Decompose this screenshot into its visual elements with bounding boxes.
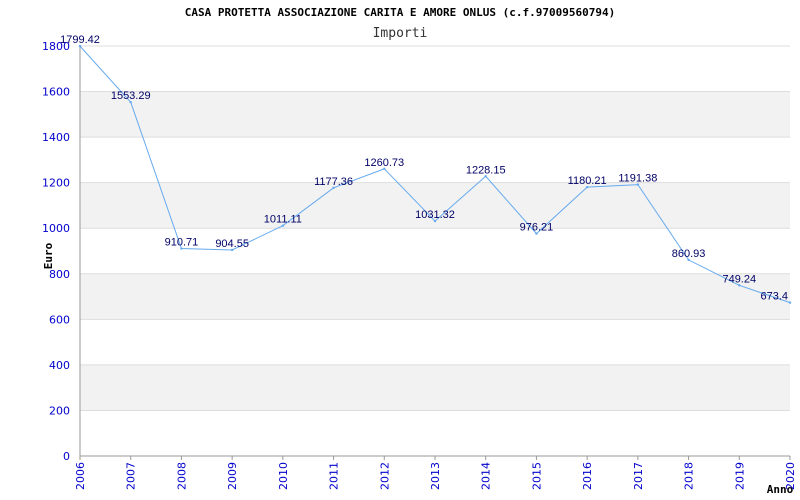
x-tick-label: 2010 [277,462,290,490]
x-tick-label: 2016 [581,462,594,490]
grid-band [80,364,790,411]
y-tick-label: 0 [63,450,70,463]
x-tick-label: 2013 [429,462,442,490]
y-axis-title: Euro [42,242,55,269]
data-label: 1031.32 [415,209,455,221]
data-label: 673.4 [760,291,788,303]
chart-title: CASA PROTETTA ASSOCIAZIONE CARITA E AMOR… [185,6,615,19]
x-tick-label: 2007 [125,462,138,490]
grid-band [80,273,790,320]
series-line [78,44,792,304]
x-tick-label: 2009 [226,462,239,490]
y-tick-label: 1000 [42,222,70,235]
x-tick-label: 2018 [683,462,696,490]
x-tick-label: 2014 [480,462,493,490]
data-label: 860.93 [672,248,706,260]
y-tick-label: 200 [49,404,70,417]
y-tick-label: 400 [49,359,70,372]
data-label: 910.71 [165,237,199,249]
y-tick-label: 1400 [42,131,70,144]
data-label: 976.21 [520,222,554,234]
y-tick-label: 600 [49,313,70,326]
data-label: 1799.42 [60,34,100,46]
x-tick-label: 2019 [733,462,746,490]
x-tick-label: 2017 [632,462,645,490]
x-tick-label: 2008 [175,462,188,490]
chart-subtitle: Importi [373,26,428,41]
data-point [788,301,792,304]
line-chart: 020040060080010001200140016001800 2006 20… [42,6,797,496]
x-tick-labels: 2006 2007 2008 2009 2010 2011 2012 2013 2014 2015… [74,456,797,490]
x-tick-label: 2011 [328,462,341,490]
grid-band [80,91,790,138]
x-tick-label: 2015 [530,462,543,490]
data-label: 1180.21 [568,175,607,187]
data-label: 1260.73 [364,157,404,169]
data-label: 1228.15 [466,164,506,176]
data-label: 904.55 [215,238,249,250]
data-label: 749.24 [722,273,756,285]
data-label: 1191.38 [618,173,657,185]
x-axis-title: Anno [767,483,794,496]
data-label: 1553.29 [111,90,151,102]
data-label: 1011.11 [264,214,302,226]
data-label: 1177.36 [314,176,353,188]
y-tick-label: 1600 [42,86,70,99]
x-tick-label: 2006 [74,462,87,490]
y-tick-label: 1200 [42,177,70,190]
data-labels: 1799.42 1553.29 910.71 904.55 1011.11 1177.36… [60,34,788,302]
x-tick-label: 2012 [378,462,391,490]
series-polyline [79,45,791,304]
